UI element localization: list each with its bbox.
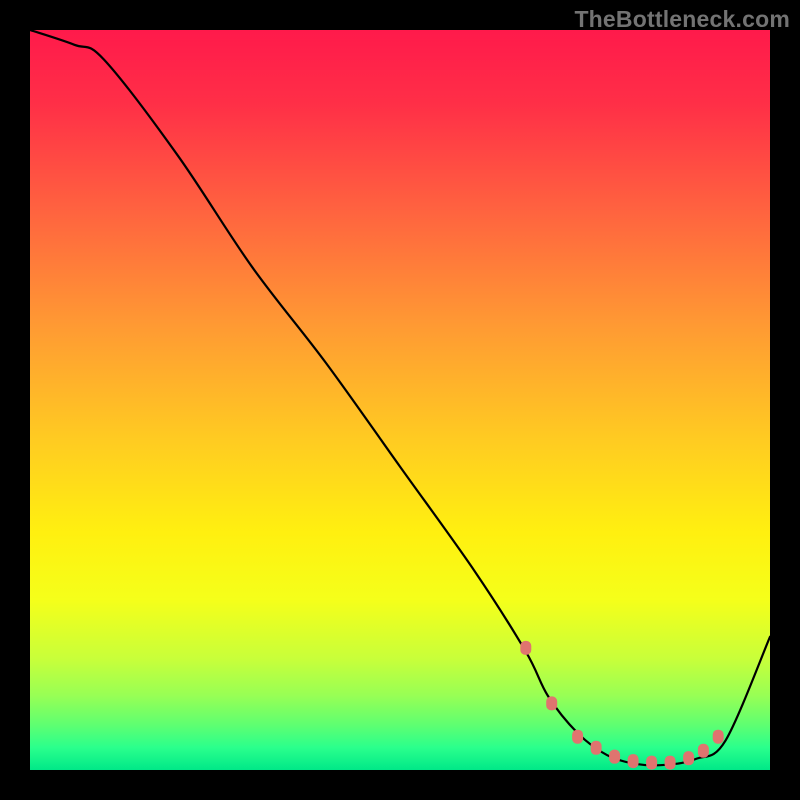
watermark-text: TheBottleneck.com	[574, 6, 790, 33]
chart-frame: TheBottleneck.com	[0, 0, 800, 800]
optimal-range-dots	[520, 641, 723, 770]
bottleneck-curve	[30, 30, 770, 765]
marker-dot	[713, 730, 724, 744]
marker-dot	[546, 696, 557, 710]
marker-dot	[591, 741, 602, 755]
marker-dot	[665, 756, 676, 770]
marker-dot	[683, 751, 694, 765]
marker-dot	[628, 754, 639, 768]
marker-dot	[572, 730, 583, 744]
curve-layer	[30, 30, 770, 770]
marker-dot	[698, 744, 709, 758]
plot-area	[30, 30, 770, 770]
marker-dot	[520, 641, 531, 655]
marker-dot	[609, 750, 620, 764]
marker-dot	[646, 756, 657, 770]
